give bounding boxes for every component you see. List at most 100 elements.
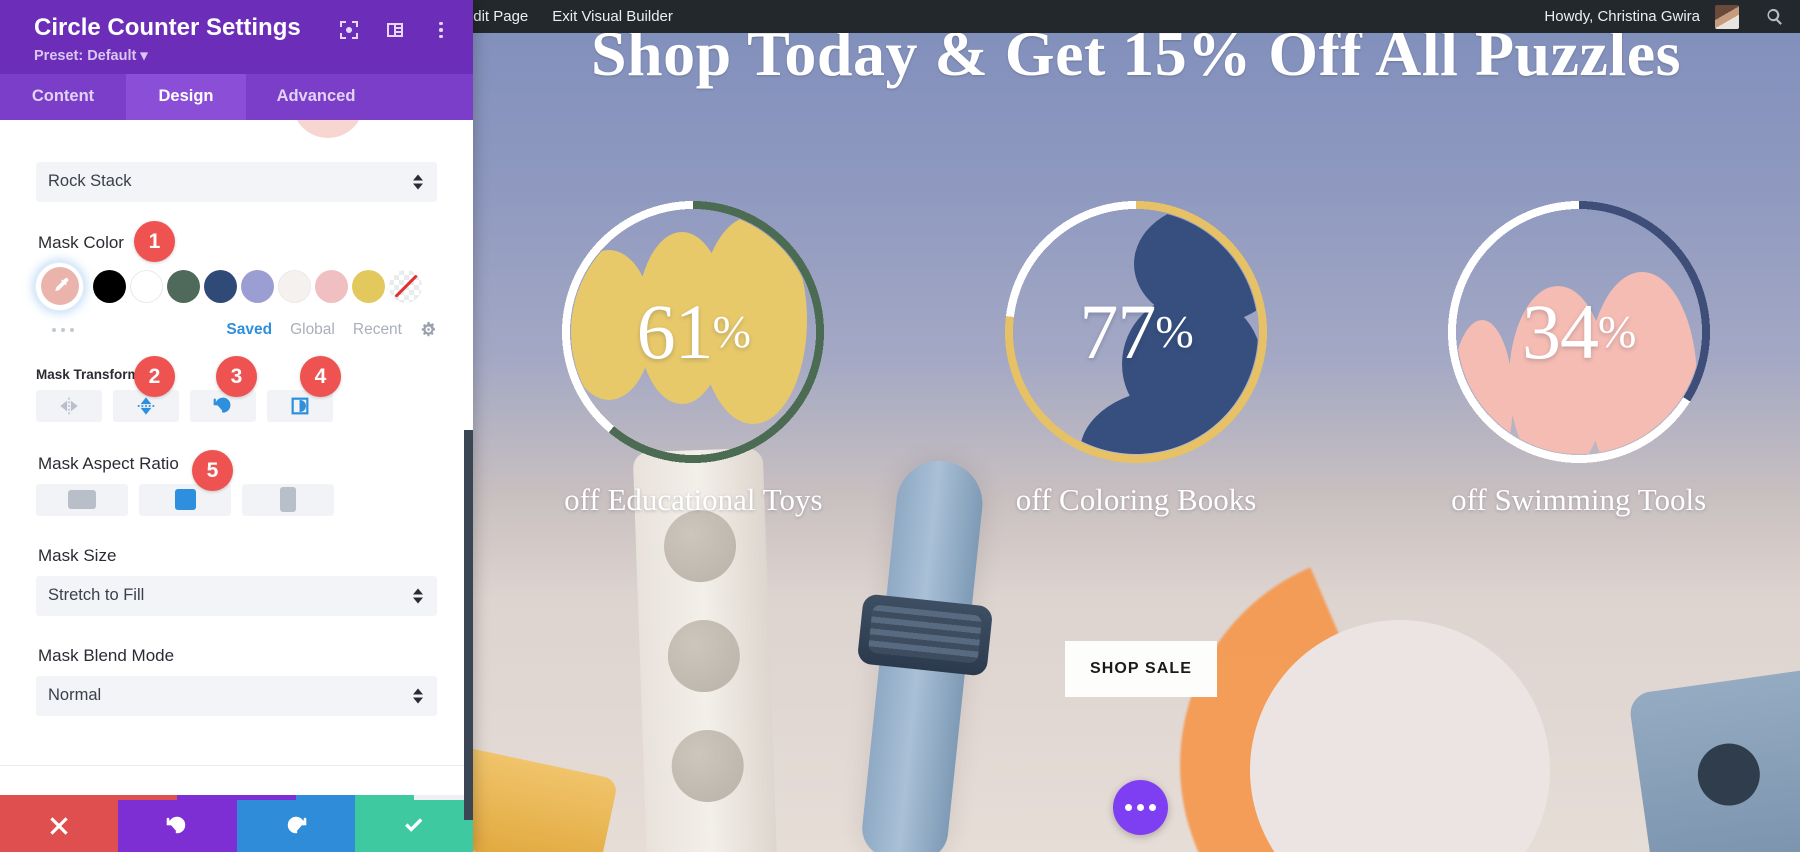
page-settings-fab[interactable]: [1113, 780, 1168, 835]
callout-5-number: 5: [206, 458, 219, 482]
swatch-off-white[interactable]: [278, 269, 311, 303]
preset-label: Preset: Default: [34, 47, 137, 64]
swatch-periwinkle[interactable]: [241, 269, 274, 303]
undo-button[interactable]: [118, 800, 237, 852]
callout-1-number: 1: [148, 229, 161, 253]
mask-color-field: Mask Color Saved Global Recent: [36, 233, 437, 339]
admin-bar-right: Howdy, Christina Gwira: [1532, 0, 1800, 33]
undo-icon: [167, 816, 186, 834]
chevron-updown-icon: [413, 688, 423, 704]
cancel-button[interactable]: [0, 800, 119, 852]
panel-scrollbar[interactable]: [464, 430, 473, 820]
eyedropper-icon: [54, 278, 68, 292]
mask-blend-mode-select[interactable]: Normal: [36, 675, 437, 716]
tab-content[interactable]: Content: [0, 74, 126, 120]
counter-2-symbol: %: [1155, 306, 1193, 357]
swatch-blush-pink[interactable]: [315, 269, 348, 303]
flip-horizontal-icon: [60, 397, 78, 414]
search-icon: [1767, 8, 1782, 25]
flip-vertical-icon: [137, 396, 155, 415]
admin-bar-account[interactable]: Howdy, Christina Gwira: [1532, 0, 1751, 33]
ellipsis-icon: [1149, 804, 1156, 811]
circle-counter-1[interactable]: 61% off Educational Toys: [543, 196, 843, 518]
circle-counter-3[interactable]: 34% off Swimming Tools: [1429, 196, 1729, 518]
mask-style-value: Rock Stack: [48, 172, 132, 191]
check-icon: [404, 818, 423, 832]
counter-1-number: 61: [636, 288, 714, 375]
ellipsis-icon: [1137, 804, 1144, 811]
mask-color-swatches: [36, 262, 437, 310]
counter-3-number: 34: [1521, 288, 1599, 375]
palette-tab-recent[interactable]: Recent: [353, 321, 402, 339]
counter-3-value: 34%: [1443, 196, 1715, 468]
panel-tabs: Content Design Advanced: [0, 73, 473, 120]
callout-4-number: 4: [314, 364, 327, 388]
callout-4: 4: [300, 356, 341, 397]
mask-blend-mode-value: Normal: [48, 686, 102, 705]
admin-bar-search[interactable]: [1751, 0, 1800, 33]
callout-3: 3: [216, 356, 257, 397]
circle-counter-row: 61% off Educational Toys 77% off Colorin…: [472, 196, 1800, 518]
callout-3-number: 3: [230, 364, 243, 388]
preset-selector[interactable]: Preset: Default ▾: [34, 48, 301, 64]
swatch-mustard-yellow[interactable]: [352, 269, 385, 303]
mask-size-label: Mask Size: [38, 545, 117, 565]
color-palette-meta: Saved Global Recent: [36, 321, 437, 339]
mask-aspect-ratio-field: Mask Aspect Ratio: [36, 454, 437, 516]
flip-horizontal-button[interactable]: [36, 389, 102, 422]
tab-design[interactable]: Design: [126, 73, 246, 120]
more-colors-icon[interactable]: [52, 327, 74, 332]
admin-bar-exit-visual-builder[interactable]: Exit Visual Builder: [540, 0, 685, 33]
circle-counter-2[interactable]: 77% off Coloring Books: [986, 196, 1286, 518]
gear-icon[interactable]: [420, 321, 437, 338]
swatch-white[interactable]: [130, 269, 163, 303]
close-icon: [50, 817, 68, 835]
page-title: Circle Counter Settings: [34, 14, 301, 41]
admin-bar-howdy-label: Howdy, Christina Gwira: [1544, 8, 1700, 25]
swatch-black[interactable]: [93, 269, 126, 303]
mask-style-field: Rock Stack: [36, 161, 437, 202]
chevron-updown-icon: [413, 174, 423, 190]
redo-button[interactable]: [236, 800, 355, 852]
color-picker-button[interactable]: [36, 262, 83, 310]
swatch-forest-green[interactable]: [167, 269, 200, 303]
focus-target-icon[interactable]: [339, 20, 359, 40]
callout-1: 1: [134, 221, 175, 262]
screen: Shop Today & Get 15% Off All Puzzles 61%…: [0, 0, 1800, 852]
counter-2-number: 77: [1079, 288, 1156, 375]
chevron-down-icon: ▾: [140, 47, 148, 64]
landscape-ratio-icon: [68, 490, 96, 510]
shop-sale-button[interactable]: SHOP SALE: [1065, 641, 1217, 697]
square-ratio-icon: [174, 489, 196, 511]
landscape-ratio-button[interactable]: [36, 483, 128, 516]
tab-advanced[interactable]: Advanced: [246, 74, 386, 120]
mask-aspect-ratio-label: Mask Aspect Ratio: [38, 453, 179, 473]
counter-1-symbol: %: [712, 306, 751, 357]
mask-style-select[interactable]: Rock Stack: [36, 161, 437, 202]
panel-footer: [0, 800, 473, 852]
admin-bar-exit-vb-label: Exit Visual Builder: [552, 8, 673, 25]
swatch-no-color[interactable]: [389, 269, 422, 303]
counter-2-value: 77%: [1000, 196, 1272, 468]
chevron-updown-icon: [413, 588, 423, 604]
layout-panel-icon[interactable]: [385, 20, 405, 40]
mask-size-select[interactable]: Stretch to Fill: [36, 575, 437, 616]
counter-1-title: off Educational Toys: [564, 482, 823, 517]
panel-body[interactable]: Rock Stack Mask Color Saved Global Recen…: [0, 119, 473, 800]
callout-2: 2: [134, 356, 175, 397]
more-vertical-icon[interactable]: [431, 21, 451, 39]
swatch-navy-blue[interactable]: [204, 269, 237, 303]
redo-icon: [287, 816, 306, 834]
palette-tab-global[interactable]: Global: [290, 321, 335, 339]
scrolled-swatch-peek: [292, 119, 364, 138]
portrait-ratio-button[interactable]: [242, 483, 334, 516]
toy-wrench-head: [856, 593, 994, 677]
counter-2-title: off Coloring Books: [1015, 482, 1257, 517]
save-button[interactable]: [354, 800, 473, 852]
avatar: [1715, 4, 1739, 29]
callout-5: 5: [192, 450, 233, 491]
mask-size-field: Mask Size Stretch to Fill: [36, 546, 437, 616]
panel-header: Circle Counter Settings Preset: Default …: [0, 0, 473, 74]
mask-color-label: Mask Color: [38, 232, 124, 252]
palette-tab-saved[interactable]: Saved: [226, 321, 272, 339]
